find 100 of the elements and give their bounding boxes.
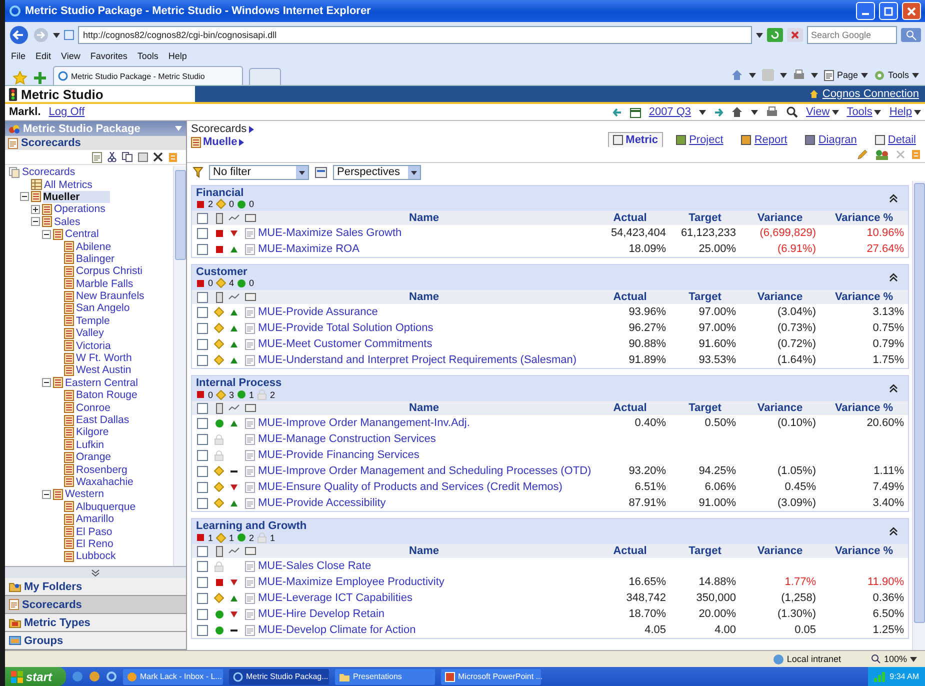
tree-item[interactable]: Victoria: [76, 339, 113, 352]
column-header[interactable]: Target: [670, 545, 740, 557]
row-checkbox[interactable]: [196, 354, 208, 366]
taskbar-item[interactable]: Mark Lack - Inbox - L...: [123, 668, 224, 684]
tree-item[interactable]: Scorecards: [22, 166, 78, 178]
log-off-link[interactable]: Log Off: [48, 106, 85, 118]
column-header[interactable]: Variance: [740, 545, 820, 557]
scrollbar[interactable]: [173, 166, 186, 566]
tree-item[interactable]: Sales: [54, 216, 82, 228]
tree-item[interactable]: Western: [65, 488, 106, 501]
metric-link[interactable]: MUE-Ensure Quality of Products and Services (Credit Memos): [258, 481, 562, 493]
tree-item[interactable]: Abilene: [76, 240, 114, 253]
metric-link[interactable]: MUE-Develop Climate for Action: [258, 624, 416, 636]
scrollbar[interactable]: [912, 181, 925, 650]
paste-icon[interactable]: [138, 152, 148, 162]
menu-link[interactable]: Tools: [846, 106, 882, 118]
select-all-checkbox[interactable]: [196, 292, 208, 302]
taskbar-item[interactable]: Metric Studio Packag...: [229, 668, 330, 684]
pane-button[interactable]: My Folders: [5, 578, 186, 596]
tree-item[interactable]: Amarillo: [76, 512, 116, 526]
metric-link[interactable]: MUE-Maximize Employee Productivity: [258, 576, 444, 588]
maximize-button[interactable]: [879, 2, 898, 20]
previous-period-icon[interactable]: [612, 108, 622, 116]
plus-icon[interactable]: [33, 71, 47, 85]
quick-launch-icon[interactable]: [106, 671, 118, 682]
column-header[interactable]: Target: [670, 212, 740, 224]
tree-item[interactable]: Eastern Central: [65, 376, 140, 390]
column-header[interactable]: Variance: [740, 291, 820, 303]
row-checkbox[interactable]: [196, 434, 208, 444]
cognos-connection-link[interactable]: Cognos Connection: [809, 88, 925, 100]
row-checkbox[interactable]: [196, 576, 208, 588]
view-tab[interactable]: Diagran: [800, 132, 862, 147]
taskbar-item[interactable]: Presentations: [335, 668, 436, 684]
row-checkbox[interactable]: [196, 338, 208, 350]
pane-button[interactable]: Groups: [5, 632, 186, 650]
select-all-checkbox[interactable]: [196, 402, 208, 414]
stop-icon[interactable]: [787, 28, 803, 42]
print-icon[interactable]: [792, 69, 805, 81]
tree-item[interactable]: Temple: [76, 314, 112, 328]
row-checkbox[interactable]: [196, 466, 208, 476]
tree-item[interactable]: Baton Rouge: [76, 389, 140, 402]
row-checkbox[interactable]: [196, 418, 208, 428]
metric-link[interactable]: MUE-Hire Develop Retain: [258, 608, 385, 620]
period-link[interactable]: 2007 Q3: [648, 106, 692, 118]
minimize-button[interactable]: [856, 2, 875, 20]
select-all-checkbox[interactable]: [196, 212, 208, 224]
row-checkbox[interactable]: [196, 608, 208, 620]
tree-item[interactable]: Waxahachie: [76, 476, 136, 488]
back-icon[interactable]: [9, 25, 29, 45]
pane-button[interactable]: Scorecards: [5, 596, 186, 614]
tree-item[interactable]: Lubbock: [76, 550, 118, 562]
browser-tab[interactable]: Metric Studio Package - Metric Studio: [53, 66, 243, 85]
home-icon[interactable]: [731, 106, 744, 118]
expand-toggle[interactable]: [42, 378, 51, 388]
row-checkbox[interactable]: [196, 244, 208, 254]
metric-link[interactable]: MUE-Sales Close Rate: [258, 560, 372, 572]
address-field[interactable]: http://cognos82/cognos82/cgi-bin/cognosisapi.dll: [78, 26, 752, 44]
tree-item[interactable]: Marble Falls: [76, 278, 136, 290]
tree-item[interactable]: Rosenberg: [76, 463, 130, 476]
expand-toggle[interactable]: [20, 192, 29, 202]
tree-item[interactable]: Lufkin: [76, 438, 106, 451]
menu-item[interactable]: Help: [168, 51, 187, 61]
metric-link[interactable]: MUE-Provide Assurance: [258, 306, 378, 318]
metric-link[interactable]: MUE-Improve Order Management and Scheduling Processes (OTD): [258, 465, 592, 477]
menu-item[interactable]: Edit: [36, 51, 52, 61]
people-icon[interactable]: [874, 149, 890, 160]
column-header[interactable]: Actual: [590, 545, 670, 557]
chevrons-down-icon[interactable]: [91, 568, 100, 576]
column-header[interactable]: Variance %: [820, 291, 908, 303]
tree-item[interactable]: All Metrics: [44, 178, 94, 191]
select-all-checkbox[interactable]: [196, 546, 208, 556]
metric-link[interactable]: MUE-Maximize ROA: [258, 243, 360, 255]
metric-link[interactable]: MUE-Maximize Sales Growth: [258, 227, 402, 239]
menu-link[interactable]: Help: [889, 106, 921, 118]
metric-link[interactable]: MUE-Manage Construction Services: [258, 433, 436, 445]
column-header[interactable]: Target: [670, 291, 740, 303]
search-field[interactable]: Search Google: [807, 26, 897, 44]
tree-item[interactable]: Kilgore: [76, 426, 111, 439]
tree-item[interactable]: Valley: [76, 327, 106, 340]
tree-item[interactable]: Corpus Christi: [76, 265, 145, 278]
breadcrumb-link[interactable]: Scorecards: [191, 123, 254, 135]
row-checkbox[interactable]: [196, 322, 208, 334]
taskbar-item[interactable]: Microsoft PowerPoint ...: [441, 668, 542, 684]
column-header[interactable]: Target: [670, 402, 740, 414]
row-checkbox[interactable]: [196, 450, 208, 460]
toolbar-menu[interactable]: Tools: [874, 70, 919, 80]
column-header[interactable]: Variance: [740, 402, 820, 414]
refresh-icon[interactable]: [767, 28, 783, 42]
menu-item[interactable]: Favorites: [90, 51, 128, 61]
print-icon[interactable]: [766, 106, 778, 118]
tree-item[interactable]: Orange: [76, 450, 114, 464]
metric-link[interactable]: MUE-Provide Financing Services: [258, 449, 420, 461]
metric-link[interactable]: MUE-Leverage ICT Capabilities: [258, 592, 412, 604]
pencil-icon[interactable]: [857, 149, 868, 160]
filter-dropdown[interactable]: No filter: [209, 164, 309, 180]
row-checkbox[interactable]: [196, 498, 208, 508]
expand-toggle[interactable]: [31, 204, 40, 214]
delete-icon[interactable]: [153, 152, 163, 162]
view-tab[interactable]: Report: [736, 132, 792, 147]
tree-item[interactable]: Conroe: [76, 401, 112, 414]
